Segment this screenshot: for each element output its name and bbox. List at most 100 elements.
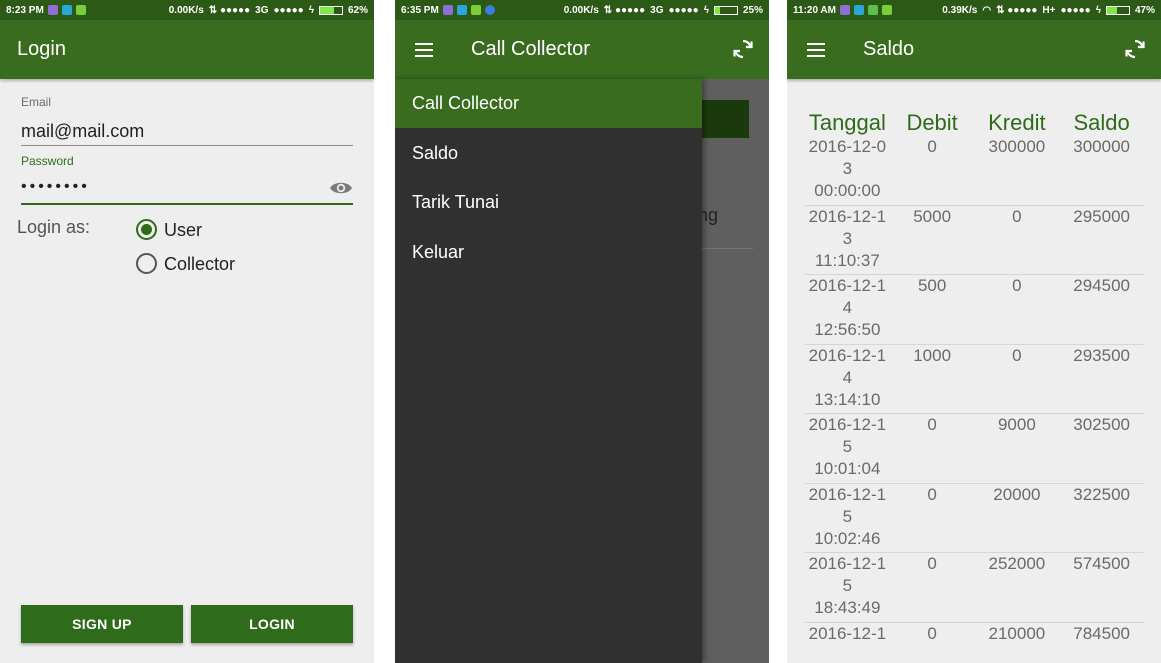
page-title: Call Collector <box>471 38 590 60</box>
drawer-item-call-collector[interactable]: Call Collector <box>395 79 702 128</box>
radio-collector[interactable] <box>136 253 157 274</box>
status-net-speed: 0.00K/s <box>563 4 599 16</box>
cell-saldo: 784500 <box>1073 623 1130 643</box>
table-row: 2016-12-1 5 18:43:49 0 252000 574500 <box>805 553 1144 623</box>
signal-dots-icon: ●●●●● <box>668 4 699 16</box>
battery-percent: 62% <box>347 4 368 16</box>
password-label: Password <box>21 154 74 168</box>
status-bar: 6:35 PM 0.00K/s ⇅ ●●●●● 3G ●●●●● ϟ 25% <box>395 0 769 20</box>
notification-icon <box>47 5 58 15</box>
saldo-table: Tanggal Debit Kredit Saldo 2016-12-0 3 0… <box>805 110 1144 663</box>
status-network-type: 3G <box>255 4 269 16</box>
notification-icon <box>867 5 878 15</box>
password-field[interactable]: •••••••• <box>21 178 90 196</box>
table-header: Tanggal Debit Kredit Saldo <box>805 110 1144 136</box>
table-row: 2016-12-1 5 10:02:46 0 20000 322500 <box>805 484 1144 553</box>
cell-date: 2016-12-1 5 18:43:49 <box>808 554 887 617</box>
signal-dots-icon: ⇅ ●●●●● <box>996 4 1038 16</box>
hamburger-icon[interactable] <box>415 42 433 57</box>
email-label: Email <box>21 95 52 109</box>
notification-icon <box>853 5 864 15</box>
cell-kredit: 0 <box>1012 206 1022 226</box>
background-button <box>699 100 749 138</box>
drawer-item-tarik-tunai[interactable]: Tarik Tunai <box>395 178 702 227</box>
signal-dots-icon: ⇅ ●●●●● <box>208 4 251 16</box>
battery-icon <box>713 5 738 15</box>
cell-debit: 0 <box>927 554 937 573</box>
divider <box>699 248 753 249</box>
cell-saldo: 302500 <box>1073 415 1130 434</box>
saldo-screen: 11:20 AM 0.39K/s ◠ ⇅ ●●●●● H+ ●●●●● ϟ 47… <box>787 0 1161 663</box>
status-network-type: H+ <box>1042 4 1056 16</box>
cell-saldo: 294500 <box>1073 276 1130 295</box>
cell-kredit: 20000 <box>993 484 1041 504</box>
status-network-type: 3G <box>650 4 664 16</box>
login-screen: 8:23 PM 0.00K/s ⇅ ●●●●● 3G ●●●●● ϟ 62% L… <box>0 0 374 663</box>
drawer-screen: 6:35 PM 0.00K/s ⇅ ●●●●● 3G ●●●●● ϟ 25% C… <box>395 0 769 663</box>
cell-date: 2016-12-1 4 13:14:10 <box>808 345 887 409</box>
signal-dots-icon: ⇅ ●●●●● <box>603 4 646 16</box>
app-bar: Login <box>0 20 374 79</box>
cell-kredit: 0 <box>1012 345 1022 365</box>
cell-debit: 1000 <box>913 345 952 365</box>
cell-date: 2016-12-1 4 12:56:50 <box>808 276 887 339</box>
status-net-speed: 0.00K/s <box>168 4 204 16</box>
table-row: 2016-12-1 0 210000 784500 <box>805 623 1144 663</box>
cell-date: 2016-12-1 5 10:01:04 <box>808 415 887 478</box>
login-button[interactable]: LOGIN <box>191 605 353 643</box>
email-field[interactable]: mail@mail.com <box>21 121 144 142</box>
sign-up-button[interactable]: SIGN UP <box>21 605 183 643</box>
status-time: 8:23 PM <box>6 4 44 16</box>
cell-debit: 0 <box>927 137 937 156</box>
eye-icon[interactable] <box>329 178 353 198</box>
header-saldo: Saldo <box>1073 110 1130 135</box>
drawer-item-label: Saldo <box>412 142 459 163</box>
drawer-item-keluar[interactable]: Keluar <box>395 228 702 277</box>
cell-debit: 5000 <box>913 206 952 226</box>
signal-dots-icon: ●●●●● <box>1060 4 1091 16</box>
table-row: 2016-12-1 4 12:56:50 500 0 294500 <box>805 275 1144 345</box>
header-debit: Debit <box>906 110 958 135</box>
refresh-icon[interactable] <box>1123 37 1147 61</box>
notification-icon <box>456 5 467 15</box>
status-time: 6:35 PM <box>401 4 439 16</box>
cell-date: 2016-12-1 3 11:10:37 <box>808 206 887 270</box>
header-kredit: Kredit <box>988 110 1046 135</box>
status-bar: 8:23 PM 0.00K/s ⇅ ●●●●● 3G ●●●●● ϟ 62% <box>0 0 374 20</box>
cell-debit: 500 <box>917 276 947 295</box>
header-tanggal: Tanggal <box>808 110 886 135</box>
cell-debit: 0 <box>927 484 937 504</box>
radio-user[interactable] <box>136 219 157 240</box>
notification-icon <box>75 5 86 15</box>
page-title: Saldo <box>863 38 915 60</box>
notification-icon <box>61 5 72 15</box>
page-title: Login <box>17 38 66 60</box>
cell-kredit: 300000 <box>988 137 1046 156</box>
cell-debit: 0 <box>927 623 937 643</box>
app-bar: Saldo <box>787 20 1161 79</box>
cell-saldo: 293500 <box>1073 345 1130 365</box>
email-underline <box>21 145 353 146</box>
charging-icon: ϟ <box>308 4 314 16</box>
drawer-item-label: Keluar <box>412 241 465 262</box>
table-row: 2016-12-1 5 10:01:04 0 9000 302500 <box>805 414 1144 484</box>
login-as-label: Login as: <box>17 217 91 237</box>
radio-user-label[interactable]: User <box>164 220 202 241</box>
cell-saldo: 322500 <box>1073 484 1130 504</box>
table-body[interactable]: 2016-12-0 3 00:00:00 0 300000 300000 201… <box>805 136 1144 663</box>
battery-icon <box>318 5 343 15</box>
refresh-icon[interactable] <box>731 37 755 61</box>
cell-kredit: 252000 <box>988 554 1046 573</box>
drawer-item-saldo[interactable]: Saldo <box>395 129 702 178</box>
cell-date: 2016-12-1 5 10:02:46 <box>808 484 887 548</box>
radio-collector-label[interactable]: Collector <box>164 254 235 275</box>
status-bar: 11:20 AM 0.39K/s ◠ ⇅ ●●●●● H+ ●●●●● ϟ 47… <box>787 0 1161 20</box>
battery-percent: 47% <box>1134 4 1155 16</box>
cell-saldo: 300000 <box>1073 137 1130 156</box>
cell-kredit: 9000 <box>997 415 1036 434</box>
cell-kredit: 0 <box>1012 276 1022 295</box>
notification-icon <box>470 5 481 15</box>
hamburger-icon[interactable] <box>807 42 825 57</box>
cell-saldo: 295000 <box>1073 206 1130 226</box>
cell-saldo: 574500 <box>1073 554 1130 573</box>
